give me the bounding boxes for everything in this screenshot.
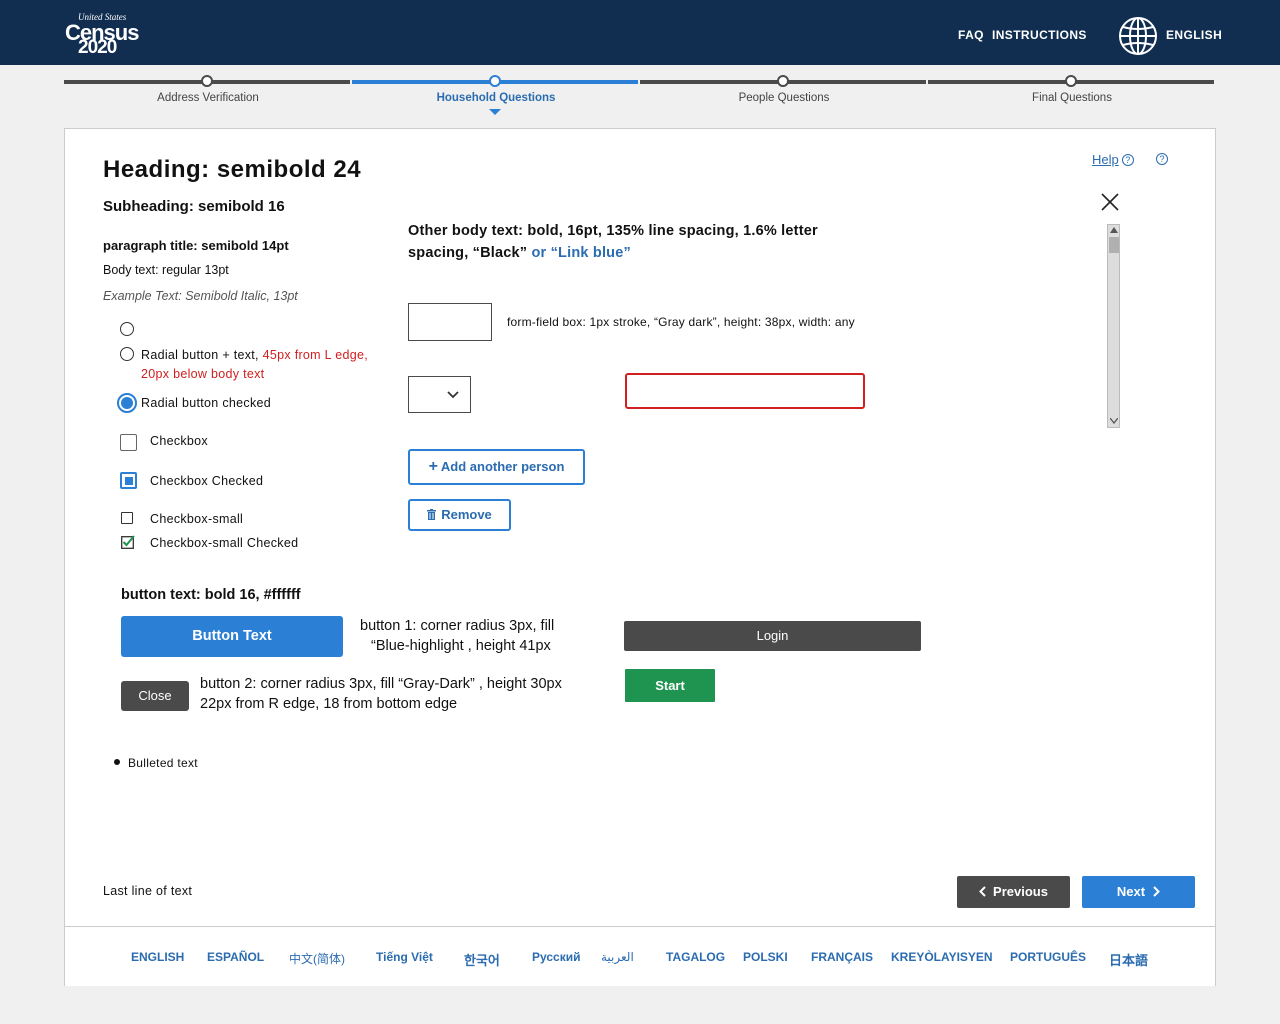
add-another-person-button[interactable]: + Add another person (408, 449, 585, 485)
faq-link[interactable]: FAQ (958, 28, 984, 42)
help-link-label: Help (1092, 152, 1119, 167)
help-link[interactable]: Help? (1092, 152, 1134, 167)
button2-desc-line-2: 22px from R edge, 18 from bottom edge (200, 696, 458, 712)
checkbox-label: Checkbox (150, 434, 208, 448)
button1-description: button 1: corner radius 3px, fill “Blue-… (360, 616, 554, 656)
page-subheading: Subheading: semibold 16 (103, 198, 285, 215)
lang-polski[interactable]: POLSKI (743, 950, 788, 964)
remove-button[interactable]: Remove (408, 499, 511, 531)
lang-arabic[interactable]: العربية (601, 950, 634, 964)
language-footer: ENGLISH ESPAÑOL 中文(简体) Tiếng Việt 한국어 Ру… (65, 926, 1215, 986)
progress-node-3 (777, 75, 789, 87)
other-body-text: Other body text: bold, 16pt, 135% line s… (408, 220, 848, 264)
checkbox-small-checked[interactable] (121, 534, 136, 549)
instructions-link[interactable]: INSTRUCTIONS (992, 28, 1087, 42)
lang-japanese[interactable]: 日本語 (1109, 950, 1148, 969)
remove-label: Remove (441, 507, 492, 522)
radio-button-checked[interactable] (117, 393, 137, 413)
form-field-description: form-field box: 1px stroke, “Gray dark”,… (507, 315, 855, 329)
lang-tagalog[interactable]: TAGALOG (666, 950, 725, 964)
lang-portugues[interactable]: PORTUGUÊS (1010, 950, 1086, 964)
scrollbar[interactable] (1107, 224, 1120, 428)
globe-icon[interactable] (1118, 16, 1158, 56)
button2-desc-line-1: button 2: corner radius 3px, fill “Gray-… (200, 676, 562, 692)
error-input-field[interactable] (625, 373, 865, 409)
radio-label-red-2: 20px below body text (141, 367, 265, 381)
progress-node-4 (1065, 75, 1077, 87)
paragraph-title: paragraph title: semibold 14pt (103, 238, 289, 253)
checkbox[interactable] (120, 434, 137, 451)
chevron-right-icon (1153, 886, 1161, 897)
radio-button-empty[interactable] (120, 322, 134, 336)
lang-russian[interactable]: Русский (532, 950, 581, 964)
bulleted-text: Bulleted text (128, 756, 198, 770)
previous-button[interactable]: Previous (957, 876, 1070, 908)
bullet-icon (114, 759, 120, 765)
plus-icon: + (428, 458, 438, 475)
scroll-down-icon[interactable] (1110, 418, 1118, 424)
chevron-left-icon (979, 886, 986, 897)
main-card: Heading: semibold 24 Subheading: semibol… (64, 128, 1216, 986)
other-body-link[interactable]: or “Link blue” (527, 245, 631, 261)
progress-stepper: Address Verification Household Questions… (64, 72, 1216, 122)
checkbox-checked[interactable] (120, 472, 137, 489)
lang-vietnamese[interactable]: Tiếng Việt (376, 950, 433, 964)
lang-english[interactable]: ENGLISH (131, 950, 184, 964)
progress-node-1 (201, 75, 213, 87)
chevron-down-icon (447, 391, 459, 399)
primary-button[interactable]: Button Text (121, 616, 343, 657)
previous-label: Previous (993, 884, 1048, 899)
step-label-address[interactable]: Address Verification (64, 92, 352, 104)
help-question-icon: ? (1121, 154, 1134, 166)
lang-korean[interactable]: 한국어 (464, 950, 500, 969)
checkbox-checked-label: Checkbox Checked (150, 474, 264, 488)
button-text-title: button text: bold 16, #ffffff (121, 587, 301, 603)
scroll-up-icon[interactable] (1110, 227, 1118, 233)
next-label: Next (1116, 884, 1146, 899)
checkbox-small[interactable] (121, 512, 133, 524)
active-step-caret-icon (489, 109, 501, 115)
start-button[interactable]: Start (625, 669, 715, 702)
radio-label-text: Radial button + text, (141, 348, 263, 362)
button2-description: button 2: corner radius 3px, fill “Gray-… (200, 674, 562, 714)
button1-desc-line-1: button 1: corner radius 3px, fill (360, 618, 555, 634)
lang-kreyol[interactable]: KREYÒLAYISYEN (891, 950, 993, 964)
body-text: Body text: regular 13pt (103, 263, 229, 277)
step-label-final[interactable]: Final Questions (928, 92, 1216, 104)
radio-checked-label: Radial button checked (141, 396, 271, 410)
close-icon[interactable] (1099, 191, 1121, 213)
step-label-household[interactable]: Household Questions (352, 92, 640, 104)
example-text: Example Text: Semibold Italic, 13pt (103, 289, 298, 303)
census-2020-logo[interactable]: United States Census 2020 (64, 12, 144, 58)
button1-desc-line-2: “Blue-highlight , height 41px (371, 638, 551, 654)
progress-node-2 (489, 75, 501, 87)
scrollbar-thumb[interactable] (1109, 237, 1119, 253)
language-selector[interactable]: ENGLISH (1166, 28, 1222, 42)
add-person-label: Add another person (440, 459, 565, 474)
step-label-people[interactable]: People Questions (640, 92, 928, 104)
close-button[interactable]: Close (121, 681, 189, 711)
bulleted-list-item: Bulleted text (114, 756, 198, 770)
question-circle-icon[interactable]: ? (1156, 153, 1168, 165)
checkbox-small-label: Checkbox-small (150, 512, 244, 526)
dropdown-select[interactable] (408, 376, 471, 413)
form-field-box[interactable] (408, 303, 492, 341)
lang-francais[interactable]: FRANÇAIS (811, 950, 873, 964)
radio-label-red-1: 45px from L edge, (262, 348, 369, 362)
login-button[interactable]: Login (624, 621, 921, 651)
trash-icon (427, 509, 437, 520)
lang-espanol[interactable]: ESPAÑOL (207, 950, 264, 964)
site-header: United States Census 2020 FAQ INSTRUCTIO… (0, 0, 1280, 65)
next-button[interactable]: Next (1082, 876, 1195, 908)
lang-chinese[interactable]: 中文(简体) (289, 950, 345, 967)
logo-line-3: 2020 (78, 37, 117, 58)
radio-button-label: Radial button + text, 45px from L edge, … (141, 346, 391, 384)
page-heading: Heading: semibold 24 (103, 156, 362, 183)
checkbox-small-checked-label: Checkbox-small Checked (150, 536, 299, 550)
radio-button-with-text[interactable] (120, 347, 134, 361)
last-line-text: Last line of text (103, 884, 193, 898)
